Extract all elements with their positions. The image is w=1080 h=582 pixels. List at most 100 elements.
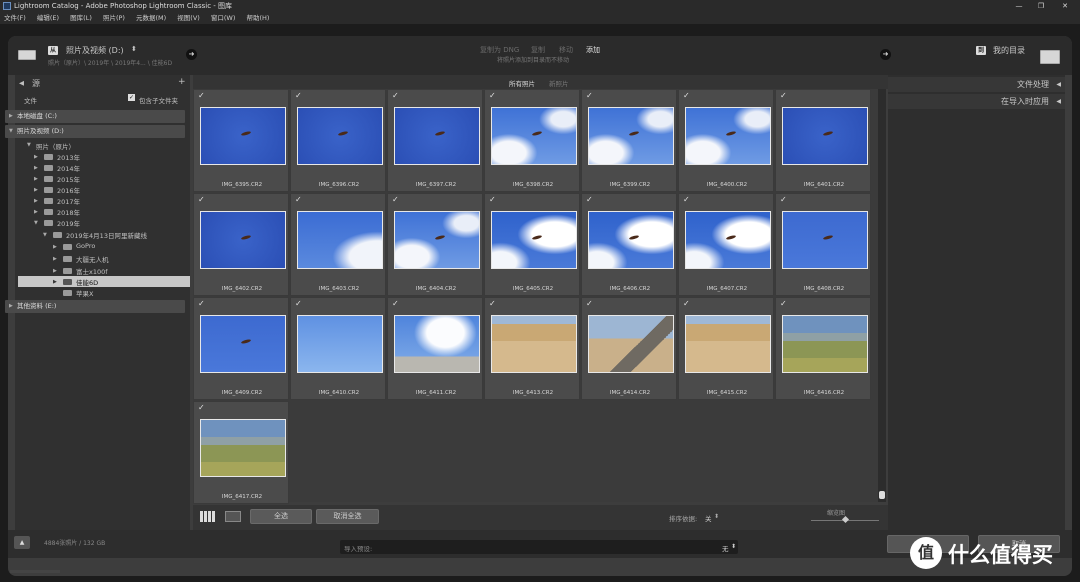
deselect-all-button[interactable]: 取消全选 [316, 509, 379, 524]
dest-name[interactable]: 我的目录 [993, 45, 1025, 56]
mode-copy[interactable]: 复制 [531, 45, 545, 55]
photo-thumbnail[interactable] [782, 315, 868, 373]
grid-scrollbar[interactable] [878, 89, 886, 502]
photo-cell[interactable]: ✓ IMG_6409.CR2 [193, 297, 289, 400]
import-preset-field[interactable]: 导入预设: 无 ⬍ [340, 540, 738, 554]
select-all-button[interactable]: 全选 [250, 509, 312, 524]
photo-cell[interactable]: ✓ IMG_6406.CR2 [581, 193, 677, 296]
photo-cell[interactable]: ✓ IMG_6410.CR2 [290, 297, 386, 400]
photo-checkbox[interactable]: ✓ [780, 299, 787, 308]
folder-2015[interactable]: 2015年 [57, 174, 80, 184]
photo-checkbox[interactable]: ✓ [392, 91, 399, 100]
drive-e-bar[interactable]: ▶ 其他资料 (E:) [5, 300, 185, 313]
photo-thumbnail[interactable] [200, 211, 286, 269]
photo-cell[interactable]: ✓ IMG_6399.CR2 [581, 89, 677, 192]
folder-event[interactable]: 2019年4月13日阿里新藏线 [66, 230, 147, 240]
photo-thumbnail[interactable] [297, 107, 383, 165]
menu-edit[interactable]: 编辑(E) [37, 14, 59, 22]
expand-icon[interactable]: ▼ [43, 232, 47, 238]
expand-icon[interactable]: ▶ [53, 244, 57, 250]
photo-checkbox[interactable]: ✓ [295, 195, 302, 204]
photo-thumbnail[interactable] [782, 211, 868, 269]
folder-2018[interactable]: 2018年 [57, 207, 80, 217]
photo-cell[interactable]: ✓ IMG_6397.CR2 [387, 89, 483, 192]
file-handling-section[interactable]: 文件处理 ◀ [888, 77, 1065, 92]
sort-dropdown-icon[interactable]: ⬍ [714, 513, 719, 520]
photo-checkbox[interactable]: ✓ [198, 195, 205, 204]
photo-cell[interactable]: ✓ IMG_6408.CR2 [775, 193, 871, 296]
photo-cell[interactable]: ✓ IMG_6414.CR2 [581, 297, 677, 400]
photo-checkbox[interactable]: ✓ [586, 195, 593, 204]
photo-thumbnail[interactable] [685, 211, 771, 269]
photo-checkbox[interactable]: ✓ [295, 91, 302, 100]
expand-icon[interactable]: ▶ [34, 198, 38, 204]
menu-library[interactable]: 图库(L) [70, 14, 92, 22]
photo-cell[interactable]: ✓ IMG_6398.CR2 [484, 89, 580, 192]
preset-value[interactable]: 无 [722, 543, 729, 553]
photo-checkbox[interactable]: ✓ [392, 299, 399, 308]
photo-checkbox[interactable]: ✓ [489, 91, 496, 100]
photo-thumbnail[interactable] [491, 211, 577, 269]
folder-2019[interactable]: 2019年 [57, 218, 80, 228]
photo-thumbnail[interactable] [200, 107, 286, 165]
collapse-up-icon[interactable]: ▲ [14, 536, 30, 549]
photo-thumbnail[interactable] [685, 107, 771, 165]
menu-photo[interactable]: 照片(P) [103, 14, 125, 22]
menu-metadata[interactable]: 元数据(M) [136, 14, 166, 22]
scroll-thumb[interactable] [879, 491, 885, 499]
photo-cell[interactable]: ✓ IMG_6395.CR2 [193, 89, 289, 192]
photo-thumbnail[interactable] [588, 211, 674, 269]
maximize-icon[interactable]: ❐ [1032, 0, 1050, 12]
thumb-slider-handle[interactable] [841, 515, 850, 524]
photo-checkbox[interactable]: ✓ [489, 299, 496, 308]
photo-cell[interactable]: ✓ IMG_6417.CR2 [193, 401, 289, 504]
menu-window[interactable]: 窗口(W) [211, 14, 236, 22]
tab-new-photos[interactable]: 新照片 [549, 78, 569, 88]
photo-checkbox[interactable]: ✓ [586, 299, 593, 308]
photo-cell[interactable]: ✓ IMG_6407.CR2 [678, 193, 774, 296]
expand-icon[interactable]: ▶ [34, 187, 38, 193]
photo-cell[interactable]: ✓ IMG_6396.CR2 [290, 89, 386, 192]
photo-cell[interactable]: ✓ IMG_6405.CR2 [484, 193, 580, 296]
apply-on-import-section[interactable]: 在导入时应用 ◀ [888, 94, 1065, 109]
loupe-view-icon[interactable] [225, 511, 241, 522]
photo-thumbnail[interactable] [297, 211, 383, 269]
photo-thumbnail[interactable] [394, 107, 480, 165]
folder-2013[interactable]: 2013年 [57, 152, 80, 162]
menu-help[interactable]: 帮助(H) [246, 14, 269, 22]
photo-thumbnail[interactable] [394, 315, 480, 373]
drive-c-bar[interactable]: ▶ 本地磁盘 (C:) [5, 110, 185, 123]
photo-thumbnail[interactable] [394, 211, 480, 269]
tab-all-photos[interactable]: 所有照片 [509, 78, 535, 88]
grid-view-icon[interactable] [200, 511, 216, 522]
close-icon[interactable]: ✕ [1056, 0, 1074, 12]
preset-dropdown-icon[interactable]: ⬍ [731, 543, 736, 550]
folder-root[interactable]: 照片（原片） [36, 141, 75, 151]
mode-copy-dng[interactable]: 复制为 DNG [480, 45, 519, 55]
folder-2016[interactable]: 2016年 [57, 185, 80, 195]
expand-icon[interactable]: ▶ [53, 256, 57, 262]
photo-cell[interactable]: ✓ IMG_6415.CR2 [678, 297, 774, 400]
minimize-icon[interactable]: — [1010, 0, 1028, 12]
photo-cell[interactable]: ✓ IMG_6404.CR2 [387, 193, 483, 296]
photo-checkbox[interactable]: ✓ [198, 403, 205, 412]
photo-thumbnail[interactable] [491, 315, 577, 373]
photo-checkbox[interactable]: ✓ [683, 195, 690, 204]
mode-add[interactable]: 添加 [586, 45, 600, 55]
folder-fuji[interactable]: 富士x100f [76, 266, 108, 276]
collapse-icon[interactable]: ◀ [19, 79, 24, 87]
folder-2014[interactable]: 2014年 [57, 163, 80, 173]
photo-thumbnail[interactable] [297, 315, 383, 373]
photo-thumbnail[interactable] [200, 419, 286, 477]
expand-icon[interactable]: ▶ [34, 176, 38, 182]
folder-gopro[interactable]: GoPro [76, 242, 95, 250]
sort-value[interactable]: 关 [705, 513, 712, 523]
photo-thumbnail[interactable] [588, 315, 674, 373]
photo-checkbox[interactable]: ✓ [683, 299, 690, 308]
photo-cell[interactable]: ✓ IMG_6401.CR2 [775, 89, 871, 192]
folder-iphone[interactable]: 苹果X [76, 288, 93, 298]
expand-icon[interactable]: ▶ [34, 154, 38, 160]
include-subfolders-checkbox[interactable]: ✓ [128, 94, 135, 101]
expand-icon[interactable]: ▼ [34, 220, 38, 226]
photo-checkbox[interactable]: ✓ [586, 91, 593, 100]
